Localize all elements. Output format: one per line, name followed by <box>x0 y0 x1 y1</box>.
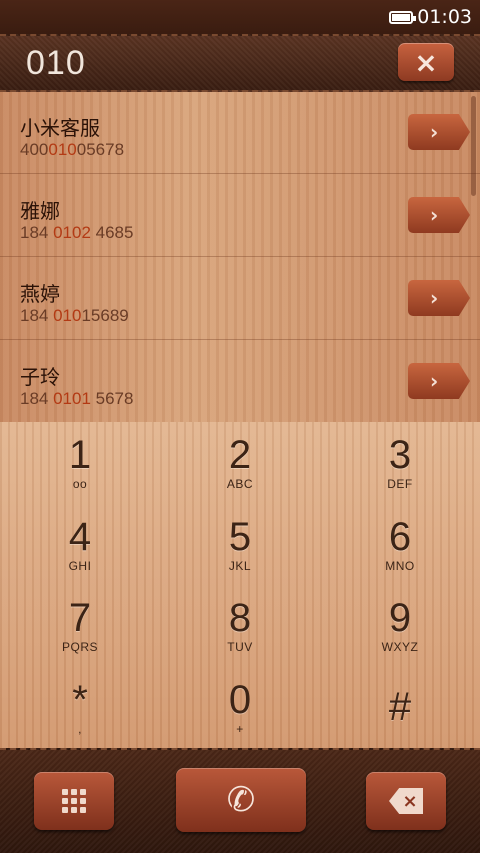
key-digit: 4 <box>68 514 92 559</box>
key-digit: 2 <box>228 433 252 478</box>
dial-key[interactable]: 0 + <box>160 667 320 749</box>
contact-name: 小米客服 <box>20 116 100 140</box>
key-digit: 6 <box>388 514 412 559</box>
contact-result-row[interactable]: 小米客服 40001005678 › <box>0 92 480 174</box>
key-digit: * <box>72 677 88 722</box>
call-button[interactable]: ✆ <box>176 768 306 832</box>
dial-keypad: 1 oo 2 ABC 3 DEF 4 GHI 5 JKL 6 MNO 7 PQRS 8 TUV 9 WXYZ *, 0… <box>0 422 480 748</box>
key-letters: JKL <box>228 558 252 573</box>
key-digit: 7 <box>68 596 92 641</box>
keypad-grid-icon <box>62 789 86 813</box>
contact-detail-button[interactable]: › <box>408 197 470 233</box>
clear-button[interactable]: × <box>398 43 454 81</box>
dial-key[interactable]: 1 oo <box>0 422 160 504</box>
phone-icon: ✆ <box>226 780 256 820</box>
contact-name: 子玲 <box>20 365 60 389</box>
battery-icon <box>389 10 417 24</box>
matched-digits: 0102 <box>53 223 91 242</box>
status-bar: 01:03 <box>0 0 480 34</box>
contact-result-row[interactable]: 燕婷 184 01015689 › <box>0 258 480 340</box>
contact-detail-button[interactable]: › <box>408 363 470 399</box>
key-letters: + <box>236 721 244 736</box>
dial-key[interactable]: *, <box>0 667 160 749</box>
matched-digits: 0101 <box>53 389 91 408</box>
key-digit: 0 <box>228 677 252 722</box>
key-digit: 5 <box>228 514 252 559</box>
chevron-right-icon: › <box>430 203 439 227</box>
chevron-right-icon: › <box>430 369 439 393</box>
dial-key[interactable]: 6 MNO <box>320 504 480 586</box>
dial-key[interactable]: # <box>320 667 480 749</box>
dial-key[interactable]: 4 GHI <box>0 504 160 586</box>
key-letters: TUV <box>227 640 253 655</box>
bottom-action-bar: ✆ × <box>0 748 480 853</box>
dial-header: 010 × <box>0 34 480 92</box>
contact-number: 40001005678 <box>20 140 125 159</box>
key-letters: PQRS <box>61 640 98 655</box>
dial-key[interactable]: 8 TUV <box>160 585 320 667</box>
contact-number: 184 01015689 <box>20 306 129 325</box>
contact-detail-button[interactable]: › <box>408 114 470 150</box>
backspace-icon: × <box>389 788 423 814</box>
status-time: 01:03 <box>417 6 472 28</box>
contact-name: 燕婷 <box>20 282 60 306</box>
key-letters: DEF <box>387 477 413 492</box>
dial-key[interactable]: 5 JKL <box>160 504 320 586</box>
search-results-list[interactable]: 小米客服 40001005678 › 雅娜 184 0102 4685 › 燕婷 184 01… <box>0 92 480 422</box>
key-letters: GHI <box>68 558 92 573</box>
matched-digits: 010 <box>48 140 77 159</box>
dial-key[interactable]: 3 DEF <box>320 422 480 504</box>
contact-number: 184 0101 5678 <box>20 389 134 408</box>
contact-name: 雅娜 <box>20 199 60 223</box>
scrollbar[interactable] <box>471 96 476 196</box>
chevron-right-icon: › <box>430 286 439 310</box>
dialed-number-display[interactable]: 010 <box>26 44 86 83</box>
contact-detail-button[interactable]: › <box>408 280 470 316</box>
dial-key[interactable]: 9 WXYZ <box>320 585 480 667</box>
chevron-right-icon: › <box>430 120 439 144</box>
contact-result-row[interactable]: 子玲 184 0101 5678 › <box>0 341 480 422</box>
dial-key[interactable]: 2 ABC <box>160 422 320 504</box>
key-digit: 1 <box>68 433 92 478</box>
key-digit: 3 <box>388 433 412 478</box>
key-digit: # <box>388 684 412 729</box>
key-digit: 9 <box>388 596 412 641</box>
key-letters: oo <box>72 477 88 492</box>
matched-digits: 010 <box>53 306 82 325</box>
key-letters: ABC <box>226 477 254 492</box>
key-letters: WXYZ <box>381 640 419 655</box>
key-letters: , <box>78 721 82 736</box>
backspace-button[interactable]: × <box>366 772 446 830</box>
key-digit: 8 <box>228 596 252 641</box>
contact-result-row[interactable]: 雅娜 184 0102 4685 › <box>0 175 480 257</box>
key-letters: MNO <box>385 558 415 573</box>
contact-number: 184 0102 4685 <box>20 223 134 242</box>
close-icon: × <box>414 45 438 79</box>
dial-key[interactable]: 7 PQRS <box>0 585 160 667</box>
keypad-toggle-button[interactable] <box>34 772 114 830</box>
